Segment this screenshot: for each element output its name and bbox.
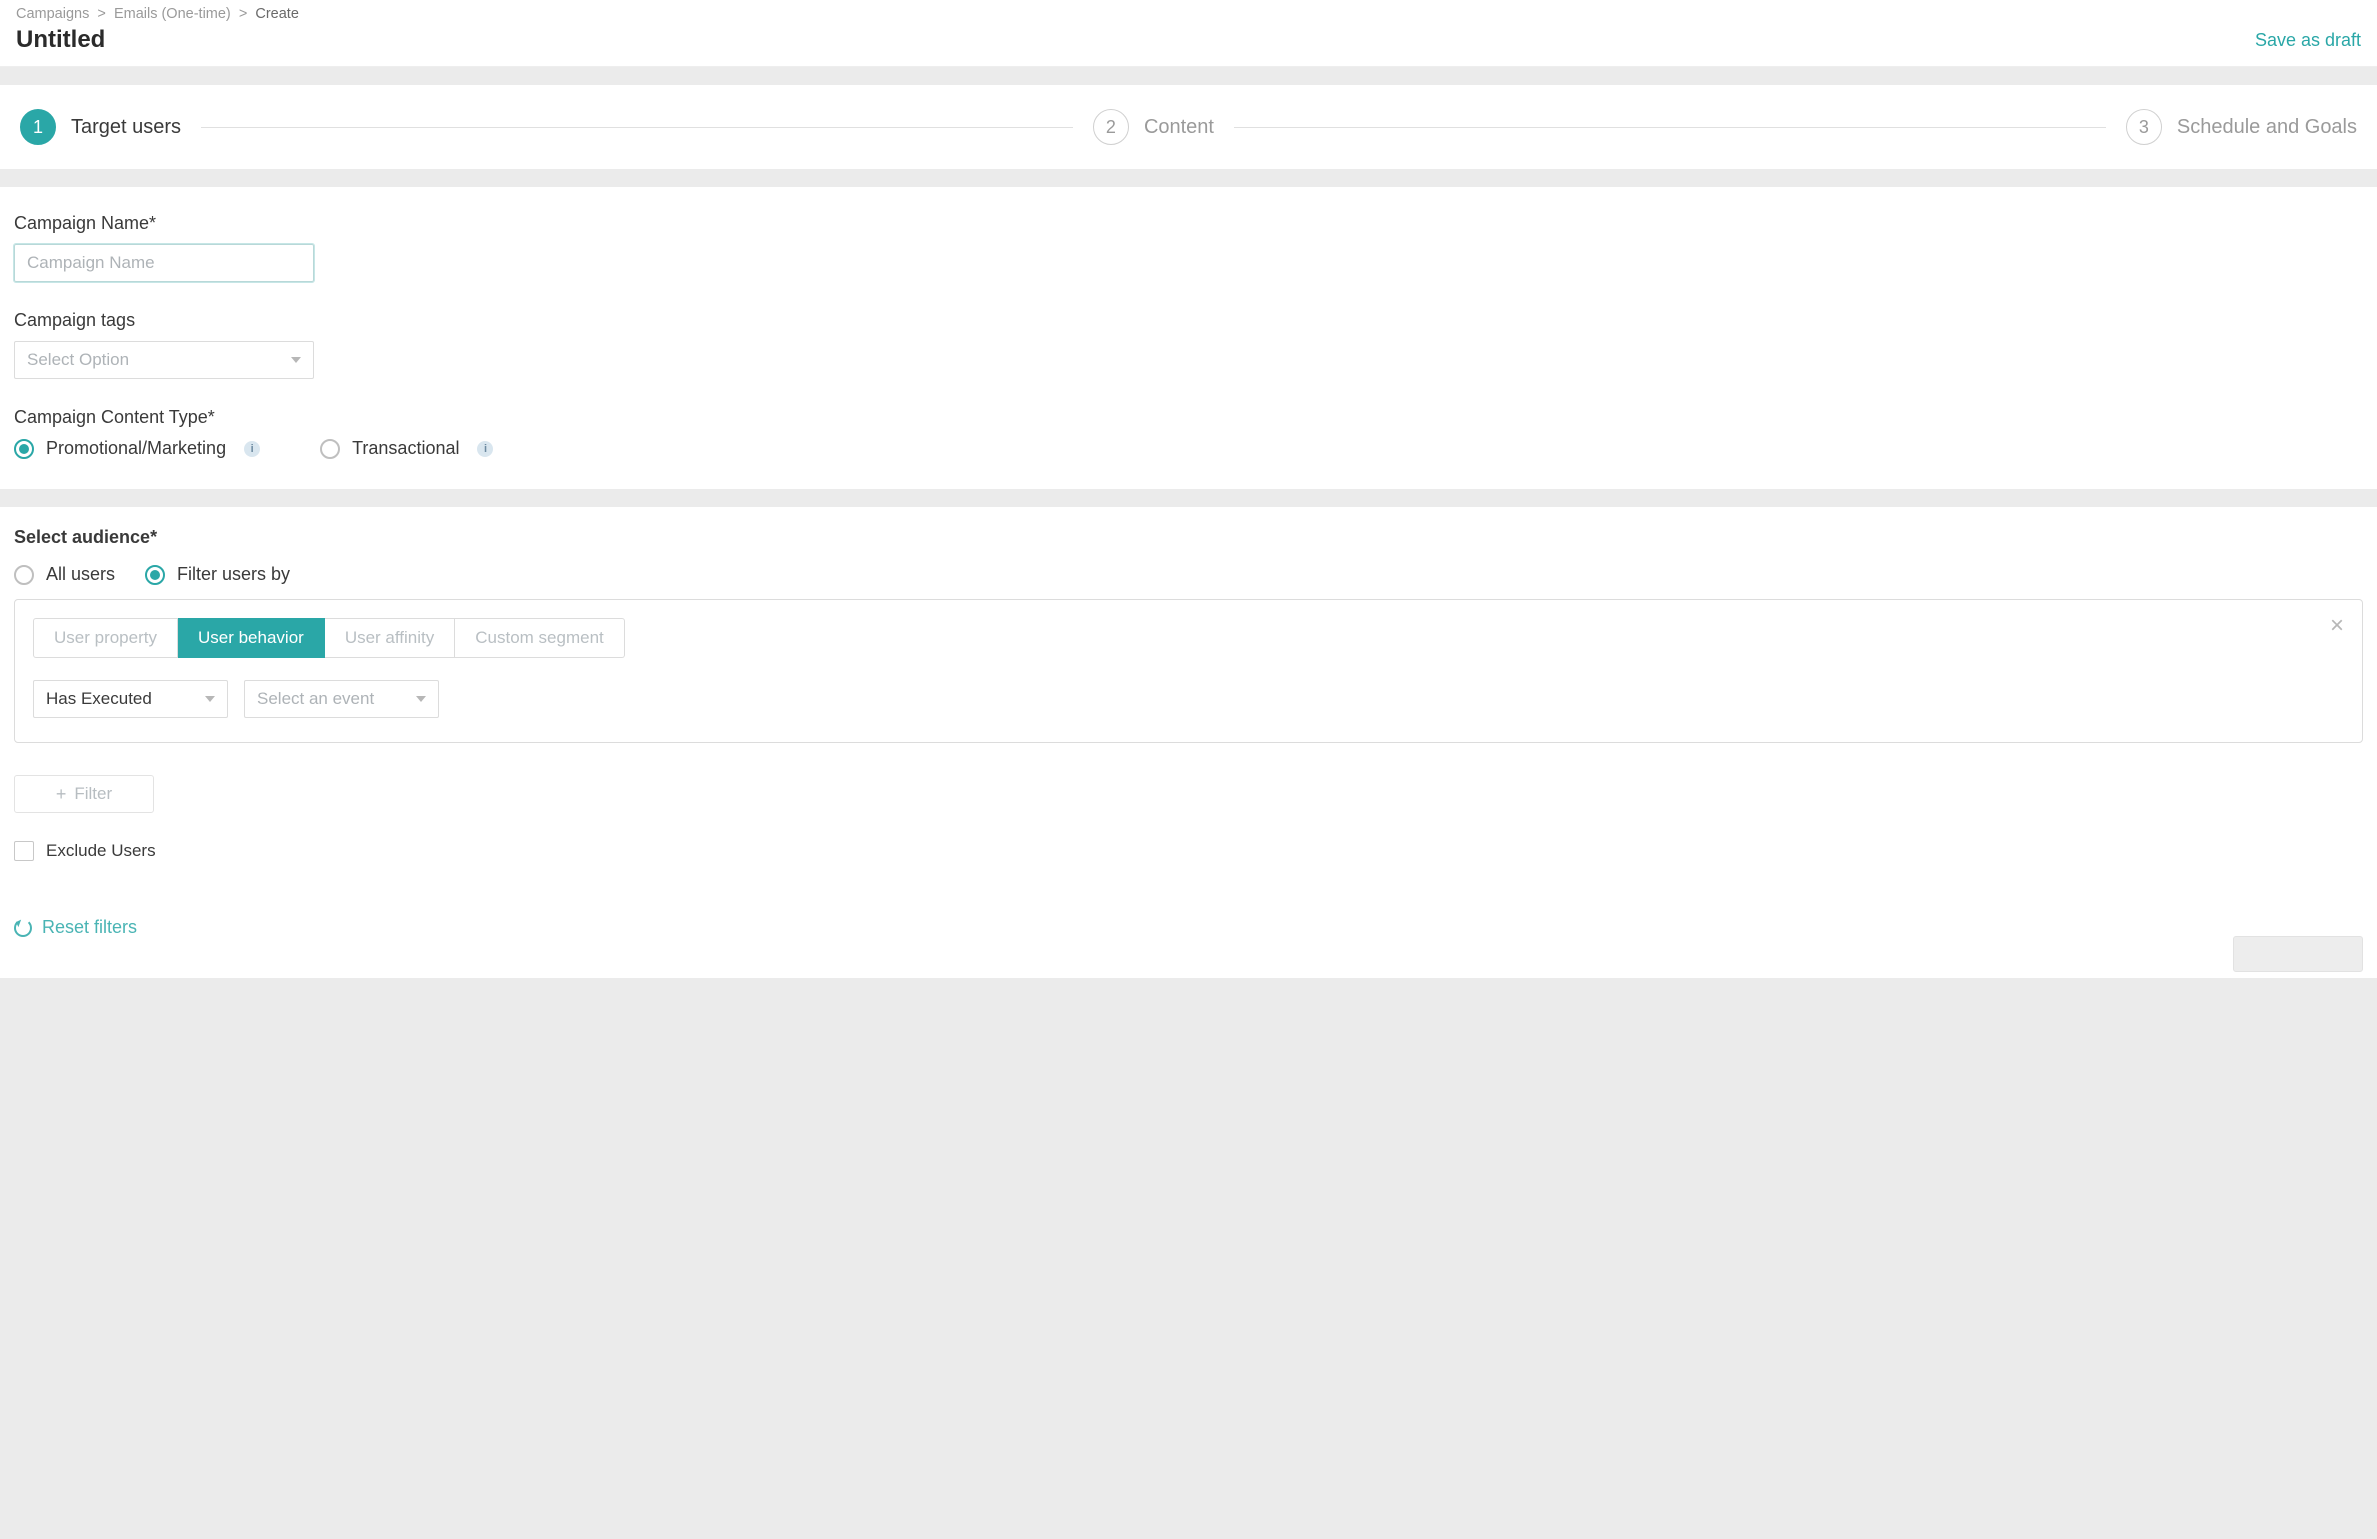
campaign-name-input[interactable] [14, 244, 314, 282]
stepper: 1 Target users 2 Content 3 Schedule and … [0, 85, 2377, 169]
header-panel: Campaigns > Emails (One-time) > Create U… [0, 0, 2377, 67]
radio-promotional-label: Promotional/Marketing [46, 438, 226, 459]
tab-custom-segment[interactable]: Custom segment [455, 618, 625, 658]
campaign-tags-label: Campaign tags [14, 310, 2363, 331]
exclude-users-label: Exclude Users [46, 841, 156, 861]
step-target-users[interactable]: 1 Target users [20, 109, 181, 145]
content-type-label: Campaign Content Type* [14, 407, 2363, 428]
select-event-select[interactable]: Select an event [244, 680, 439, 718]
step-content[interactable]: 2 Content [1093, 109, 1214, 145]
radio-transactional-label: Transactional [352, 438, 459, 459]
breadcrumb: Campaigns > Emails (One-time) > Create [16, 6, 2361, 22]
tab-user-property[interactable]: User property [33, 618, 178, 658]
select-event-value: Select an event [257, 689, 374, 709]
info-icon[interactable]: i [244, 441, 260, 457]
reset-filters-label: Reset filters [42, 917, 137, 938]
audience-panel: Select audience* All users Filter users … [0, 507, 2377, 978]
campaign-tags-value: Select Option [27, 350, 129, 370]
radio-all-users[interactable]: All users [14, 564, 115, 585]
select-audience-title: Select audience* [14, 527, 2363, 548]
chevron-down-icon [416, 696, 426, 702]
segment-tabs: User property User behavior User affinit… [33, 618, 2344, 658]
radio-filter-users-by[interactable]: Filter users by [145, 564, 290, 585]
radio-icon [145, 565, 165, 585]
filter-card: × User property User behavior User affin… [14, 599, 2363, 743]
reset-filters-link[interactable]: Reset filters [14, 917, 2363, 938]
checkbox-icon [14, 841, 34, 861]
radio-icon [14, 439, 34, 459]
step-line-2 [1234, 127, 2106, 128]
radio-transactional[interactable]: Transactional i [320, 438, 493, 459]
radio-filter-users-label: Filter users by [177, 564, 290, 585]
step-1-circle: 1 [20, 109, 56, 145]
add-filter-button[interactable]: Filter [14, 775, 154, 813]
breadcrumb-current: Create [255, 6, 299, 22]
radio-icon [14, 565, 34, 585]
tab-user-affinity[interactable]: User affinity [325, 618, 455, 658]
step-schedule[interactable]: 3 Schedule and Goals [2126, 109, 2357, 145]
step-line-1 [201, 127, 1073, 128]
chevron-down-icon [291, 357, 301, 363]
page-title: Untitled [16, 26, 105, 54]
has-executed-value: Has Executed [46, 689, 152, 709]
refresh-icon [14, 919, 32, 937]
exclude-users-checkbox[interactable]: Exclude Users [14, 841, 2363, 861]
close-icon[interactable]: × [2330, 614, 2344, 638]
tab-user-behavior[interactable]: User behavior [178, 618, 325, 658]
step-3-circle: 3 [2126, 109, 2162, 145]
step-2-label: Content [1144, 116, 1214, 139]
campaign-name-label: Campaign Name* [14, 213, 2363, 234]
radio-promotional[interactable]: Promotional/Marketing i [14, 438, 260, 459]
radio-all-users-label: All users [46, 564, 115, 585]
disabled-action-button [2233, 936, 2363, 972]
breadcrumb-campaigns[interactable]: Campaigns [16, 6, 89, 22]
add-filter-label: Filter [74, 784, 112, 804]
campaign-form: Campaign Name* Campaign tags Select Opti… [0, 187, 2377, 489]
chevron-down-icon [205, 696, 215, 702]
step-1-label: Target users [71, 116, 181, 139]
step-3-label: Schedule and Goals [2177, 116, 2357, 139]
save-as-draft-link[interactable]: Save as draft [2255, 30, 2361, 51]
campaign-tags-select[interactable]: Select Option [14, 341, 314, 379]
has-executed-select[interactable]: Has Executed [33, 680, 228, 718]
radio-icon [320, 439, 340, 459]
plus-icon [56, 784, 67, 805]
step-2-circle: 2 [1093, 109, 1129, 145]
info-icon[interactable]: i [477, 441, 493, 457]
breadcrumb-emails[interactable]: Emails (One-time) [114, 6, 231, 22]
